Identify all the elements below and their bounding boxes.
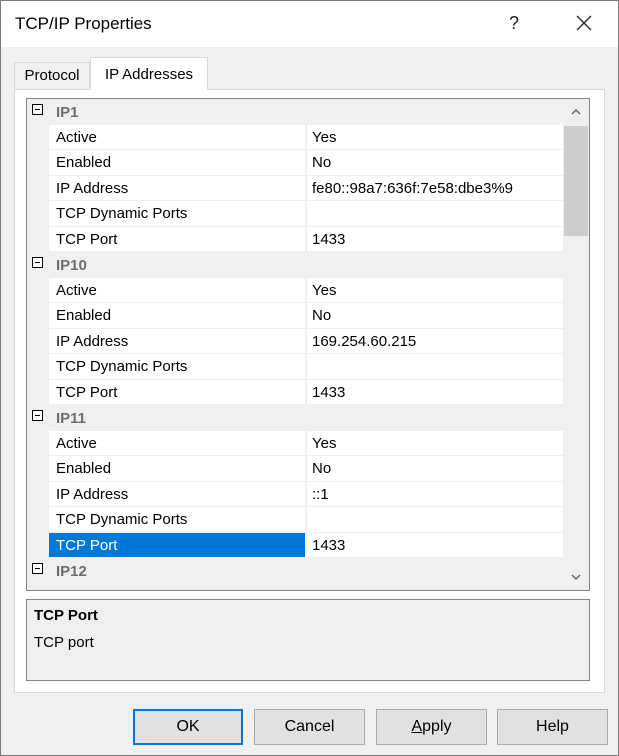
- property-grid-rows: IP1 Active Yes Enabled No IP Address fe80::98a…: [27, 99, 563, 584]
- property-row[interactable]: Active Yes: [27, 124, 563, 151]
- property-row[interactable]: TCP Dynamic Ports: [27, 201, 563, 227]
- property-name[interactable]: Active: [49, 124, 306, 149]
- description-title: TCP Port: [34, 607, 98, 624]
- property-value[interactable]: Yes: [307, 124, 563, 149]
- scroll-thumb[interactable]: [564, 126, 588, 236]
- property-row[interactable]: Active Yes: [27, 277, 563, 304]
- property-value[interactable]: 1433: [307, 532, 563, 557]
- dialog-title: TCP/IP Properties: [15, 14, 152, 33]
- property-name[interactable]: Active: [49, 277, 306, 302]
- tcpip-properties-dialog: TCP/IP Properties ? Protocol IP Addresse…: [0, 0, 619, 756]
- help-button[interactable]: Help: [497, 709, 608, 745]
- property-name[interactable]: TCP Port: [49, 379, 306, 404]
- property-row[interactable]: IP Address::1: [27, 481, 563, 508]
- category-row[interactable]: IP1: [27, 99, 563, 125]
- category-row[interactable]: IP11: [27, 405, 563, 431]
- property-value[interactable]: [307, 507, 563, 532]
- collapse-minus-icon[interactable]: [32, 104, 43, 115]
- property-value[interactable]: 169.254.60.215: [307, 328, 563, 353]
- tab-protocol[interactable]: Protocol: [14, 62, 90, 88]
- cancel-button[interactable]: Cancel: [254, 709, 365, 745]
- property-name[interactable]: Active: [49, 430, 306, 455]
- property-row[interactable]: IP Address 169.254.60.215: [27, 328, 563, 355]
- property-row[interactable]: Enabled No: [27, 150, 563, 176]
- collapse-minus-icon[interactable]: [32, 257, 43, 268]
- vertical-scrollbar[interactable]: [563, 99, 589, 590]
- chevron-up-icon: [571, 109, 581, 115]
- property-name[interactable]: TCP Dynamic Ports: [49, 201, 306, 226]
- property-value[interactable]: No: [307, 456, 563, 481]
- property-value[interactable]: Yes: [307, 430, 563, 455]
- apply-button[interactable]: Apply: [376, 709, 487, 745]
- property-value[interactable]: No: [307, 150, 563, 175]
- description-text: TCP port: [34, 634, 94, 651]
- category-row[interactable]: IP12: [27, 558, 563, 584]
- property-name[interactable]: Enabled: [49, 456, 306, 481]
- collapse-minus-icon[interactable]: [32, 563, 43, 574]
- property-value[interactable]: 1433: [307, 379, 563, 404]
- scroll-down-button[interactable]: [563, 564, 589, 590]
- property-name[interactable]: TCP Port: [49, 226, 306, 251]
- category-label: IP11: [56, 410, 87, 427]
- property-row[interactable]: TCP Dynamic Ports: [27, 354, 563, 380]
- scroll-up-button[interactable]: [563, 99, 589, 125]
- property-grid: IP1 Active Yes Enabled No IP Address fe80::98a…: [26, 98, 590, 591]
- ok-button[interactable]: OK: [133, 709, 243, 745]
- property-value[interactable]: fe80::98a7:636f:7e58:dbe3%9: [307, 175, 563, 200]
- property-row[interactable]: Enabled No: [27, 456, 563, 482]
- property-name[interactable]: IP Address: [49, 328, 306, 353]
- property-name[interactable]: TCP Dynamic Ports: [49, 354, 306, 379]
- property-value[interactable]: ::1: [307, 481, 563, 506]
- property-name[interactable]: TCP Dynamic Ports: [49, 507, 306, 532]
- property-name[interactable]: Enabled: [49, 150, 306, 175]
- close-icon: [576, 15, 592, 31]
- property-row[interactable]: Active Yes: [27, 430, 563, 457]
- property-value[interactable]: [307, 354, 563, 379]
- property-name[interactable]: Enabled: [49, 303, 306, 328]
- property-value[interactable]: No: [307, 303, 563, 328]
- property-row[interactable]: TCP Port 1433: [27, 532, 563, 559]
- property-row[interactable]: TCP Port 1433: [27, 379, 563, 406]
- category-label: IP10: [56, 257, 87, 274]
- collapse-minus-icon[interactable]: [32, 410, 43, 421]
- category-label: IP12: [56, 563, 87, 580]
- property-row[interactable]: TCP Port 1433: [27, 226, 563, 253]
- tab-ip-addresses[interactable]: IP Addresses: [90, 57, 208, 90]
- property-value[interactable]: Yes: [307, 277, 563, 302]
- property-row[interactable]: TCP Dynamic Ports: [27, 507, 563, 533]
- category-row[interactable]: IP10: [27, 252, 563, 278]
- property-value[interactable]: [307, 201, 563, 226]
- property-name[interactable]: TCP Port: [49, 532, 306, 557]
- description-panel: TCP Port TCP port: [26, 599, 590, 681]
- category-label: IP1: [56, 104, 79, 121]
- apply-accelerator: A: [411, 718, 423, 735]
- property-value[interactable]: 1433: [307, 226, 563, 251]
- property-row[interactable]: Enabled No: [27, 303, 563, 329]
- close-button[interactable]: [567, 5, 601, 41]
- property-row[interactable]: IP Address fe80::98a7:636f:7e58:dbe3%9: [27, 175, 563, 202]
- apply-label-rest: pply: [422, 718, 452, 735]
- property-name[interactable]: IP Address: [49, 481, 306, 506]
- property-name[interactable]: IP Address: [49, 175, 306, 200]
- help-question-button[interactable]: ?: [499, 5, 529, 41]
- chevron-down-icon: [571, 574, 581, 580]
- title-bar: TCP/IP Properties ?: [1, 1, 618, 47]
